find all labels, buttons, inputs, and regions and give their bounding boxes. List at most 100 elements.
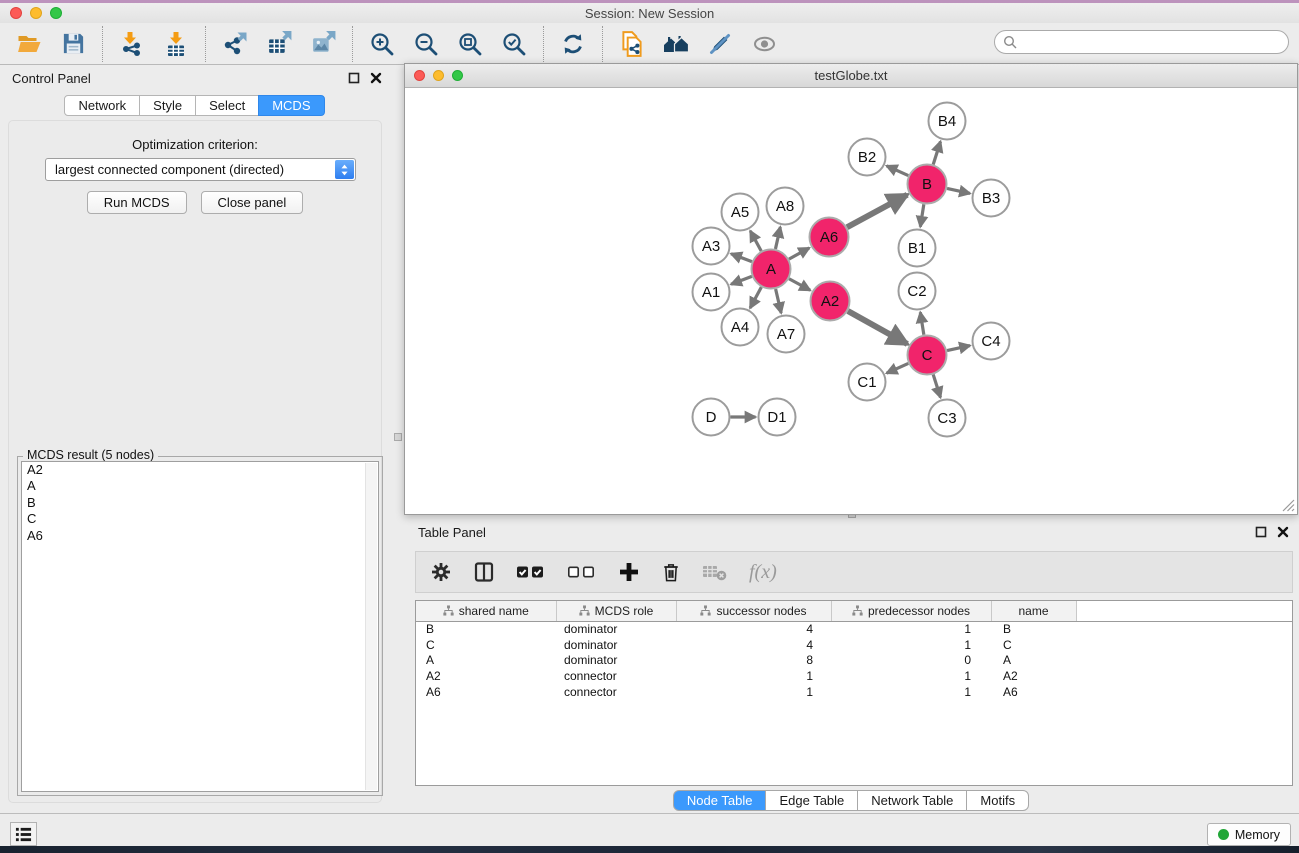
table-row[interactable]: Bdominator41B xyxy=(416,621,1292,637)
network-window-titlebar[interactable]: testGlobe.txt xyxy=(405,64,1297,88)
home-button[interactable] xyxy=(659,28,693,60)
result-list-item[interactable]: B xyxy=(22,495,378,511)
graph-edge-A-A6[interactable] xyxy=(789,248,809,259)
result-list-item[interactable]: C xyxy=(22,511,378,527)
graph-node-B1[interactable]: B1 xyxy=(899,230,936,267)
float-panel-icon[interactable] xyxy=(348,72,360,84)
graph-node-C4[interactable]: C4 xyxy=(973,323,1010,360)
graph-node-A5[interactable]: A5 xyxy=(722,194,759,231)
zoom-selected-button[interactable] xyxy=(497,28,531,60)
criterion-select[interactable]: largest connected component (directed) xyxy=(45,158,356,181)
graph-edge-A-A7[interactable] xyxy=(776,289,782,313)
column-header-successor-nodes[interactable]: successor nodes xyxy=(676,601,831,621)
graph-edge-B-B4[interactable] xyxy=(933,141,940,164)
graph-edge-A2-C[interactable] xyxy=(848,311,907,344)
deselect-all-button[interactable] xyxy=(567,564,597,580)
tab-select[interactable]: Select xyxy=(195,95,259,116)
graph-edge-B-B1[interactable] xyxy=(920,204,924,227)
graph-edge-A-A5[interactable] xyxy=(750,231,761,251)
panel-divider-grip[interactable] xyxy=(394,433,402,441)
window-resize-grip[interactable] xyxy=(1282,499,1295,512)
graph-node-A3[interactable]: A3 xyxy=(693,228,730,265)
column-header-shared-name[interactable]: shared name xyxy=(416,601,556,621)
graph-node-B[interactable]: B xyxy=(908,165,947,204)
run-mcds-button[interactable]: Run MCDS xyxy=(87,191,187,214)
export-network-button[interactable] xyxy=(218,28,252,60)
clone-network-button[interactable] xyxy=(615,28,649,60)
column-header-name[interactable]: name xyxy=(991,601,1076,621)
export-image-button[interactable] xyxy=(306,28,340,60)
graph-node-A8[interactable]: A8 xyxy=(767,188,804,225)
tab-network-table[interactable]: Network Table xyxy=(857,790,967,811)
export-table-button[interactable] xyxy=(262,28,296,60)
search-input[interactable] xyxy=(994,30,1289,54)
column-header-predecessor-nodes[interactable]: predecessor nodes xyxy=(831,601,991,621)
graph-node-B4[interactable]: B4 xyxy=(929,103,966,140)
task-history-button[interactable] xyxy=(10,822,37,846)
graph-edge-A-A3[interactable] xyxy=(731,254,752,262)
graph-node-C1[interactable]: C1 xyxy=(849,364,886,401)
column-header-MCDS-role[interactable]: MCDS role xyxy=(556,601,676,621)
table-row[interactable]: A6connector11A6 xyxy=(416,684,1292,700)
network-canvas[interactable]: A A1 A2 A3 A4 A5 A6 A7 A8 B B1 B2 B3 B4 C C1 C2 C3 C4 D D1 xyxy=(405,88,1297,514)
float-table-panel-icon[interactable] xyxy=(1255,526,1267,538)
graph-edge-C-C2[interactable] xyxy=(920,312,924,335)
add-column-button[interactable] xyxy=(618,561,640,583)
result-list-item[interactable]: A6 xyxy=(22,528,378,544)
save-session-button[interactable] xyxy=(56,28,90,60)
tab-mcds[interactable]: MCDS xyxy=(258,95,324,116)
graph-edge-A-A4[interactable] xyxy=(750,287,761,308)
list-scrollbar[interactable] xyxy=(365,463,377,790)
graph-node-C[interactable]: C xyxy=(908,336,947,375)
graph-node-C2[interactable]: C2 xyxy=(899,273,936,310)
delete-column-button[interactable] xyxy=(661,561,681,583)
graph-node-D[interactable]: D xyxy=(693,399,730,436)
table-options-button[interactable] xyxy=(430,561,452,583)
graph-edge-C-C4[interactable] xyxy=(947,346,970,351)
import-network-button[interactable] xyxy=(115,28,149,60)
graph-edge-C-C3[interactable] xyxy=(933,375,940,398)
memory-button[interactable]: Memory xyxy=(1207,823,1291,846)
zoom-in-button[interactable] xyxy=(365,28,399,60)
tab-style[interactable]: Style xyxy=(139,95,196,116)
graph-node-A[interactable]: A xyxy=(752,250,791,289)
hide-graphics-details-button[interactable] xyxy=(703,28,737,60)
tab-motifs[interactable]: Motifs xyxy=(966,790,1029,811)
graph-node-D1[interactable]: D1 xyxy=(759,399,796,436)
zoom-out-button[interactable] xyxy=(409,28,443,60)
close-panel-icon[interactable] xyxy=(370,72,382,84)
result-list-item[interactable]: A2 xyxy=(22,462,378,478)
graph-edge-A6-B[interactable] xyxy=(847,195,907,228)
result-list-item[interactable]: A xyxy=(22,478,378,494)
refresh-network-button[interactable] xyxy=(556,28,590,60)
table-row[interactable]: Cdominator41C xyxy=(416,637,1292,653)
graph-edge-A-A2[interactable] xyxy=(789,279,810,290)
show-graphics-details-button[interactable] xyxy=(747,28,781,60)
graph-node-B2[interactable]: B2 xyxy=(849,139,886,176)
graph-edge-C-C1[interactable] xyxy=(887,363,909,373)
graph-node-A6[interactable]: A6 xyxy=(810,218,849,257)
close-panel-button[interactable]: Close panel xyxy=(201,191,304,214)
graph-node-A2[interactable]: A2 xyxy=(811,282,850,321)
graph-node-A1[interactable]: A1 xyxy=(693,274,730,311)
mcds-result-list[interactable]: A2ABCA6 xyxy=(21,461,379,792)
table-row[interactable]: A2connector11A2 xyxy=(416,668,1292,684)
tab-node-table[interactable]: Node Table xyxy=(673,790,767,811)
graph-edge-A-A1[interactable] xyxy=(731,276,752,284)
graph-node-A4[interactable]: A4 xyxy=(722,309,759,346)
zoom-fit-button[interactable] xyxy=(453,28,487,60)
graph-edge-B-B2[interactable] xyxy=(887,166,909,176)
graph-node-C3[interactable]: C3 xyxy=(929,400,966,437)
import-table-button[interactable] xyxy=(159,28,193,60)
tab-network[interactable]: Network xyxy=(64,95,140,116)
tab-edge-table[interactable]: Edge Table xyxy=(765,790,858,811)
graph-edge-A-A8[interactable] xyxy=(775,227,780,249)
close-table-panel-icon[interactable] xyxy=(1277,526,1289,538)
graph-edge-B-B3[interactable] xyxy=(947,188,970,193)
graph-node-A7[interactable]: A7 xyxy=(768,316,805,353)
table-row[interactable]: Adominator80A xyxy=(416,652,1292,668)
select-all-button[interactable] xyxy=(516,564,546,580)
graph-node-B3[interactable]: B3 xyxy=(973,180,1010,217)
show-column-button[interactable] xyxy=(473,561,495,583)
open-session-button[interactable] xyxy=(12,28,46,60)
